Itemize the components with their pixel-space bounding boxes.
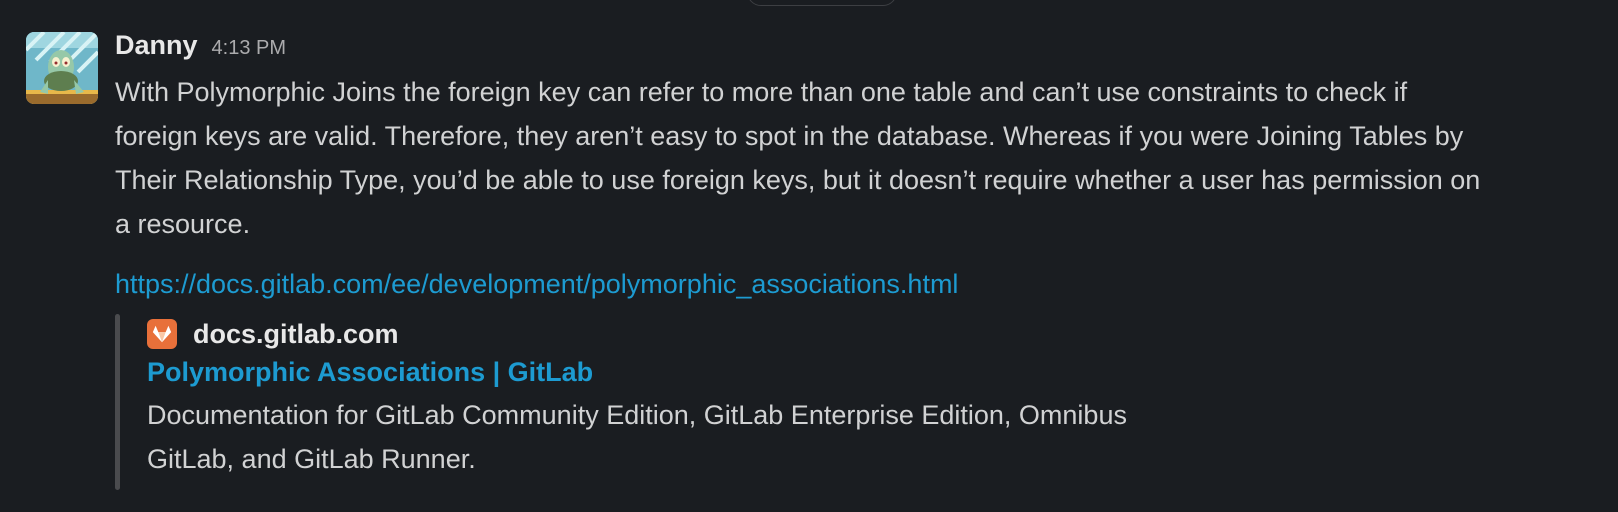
avatar[interactable] bbox=[26, 32, 98, 104]
unfurl-site: docs.gitlab.com bbox=[147, 314, 399, 354]
message-link[interactable]: https://docs.gitlab.com/ee/development/p… bbox=[115, 264, 958, 304]
message-body: With Polymorphic Joins the foreign key c… bbox=[115, 70, 1605, 246]
cartoon-avatar-icon bbox=[26, 32, 98, 104]
unfurl-quote-bar bbox=[115, 314, 120, 490]
unfurl-description: Documentation for GitLab Community Editi… bbox=[147, 394, 1247, 482]
message-body-line: a resource. bbox=[115, 209, 251, 239]
unfurl-description-line: Documentation for GitLab Community Editi… bbox=[147, 400, 1127, 430]
site-name: docs.gitlab.com bbox=[193, 318, 399, 349]
message-body-line: With Polymorphic Joins the foreign key c… bbox=[115, 77, 1408, 107]
link-unfurl: docs.gitlab.com Polymorphic Associations… bbox=[115, 314, 1265, 490]
author-name[interactable]: Danny bbox=[115, 30, 198, 61]
message-body-line: foreign keys are valid. Therefore, they … bbox=[115, 121, 1464, 151]
message-header: Danny 4:13 PM bbox=[115, 30, 286, 66]
message: Danny 4:13 PM With Polymorphic Joins the… bbox=[0, 0, 1618, 512]
message-body-line: Their Relationship Type, you’d be able t… bbox=[115, 165, 1481, 195]
unfurl-description-line: GitLab, and GitLab Runner. bbox=[147, 444, 476, 474]
gitlab-icon bbox=[147, 319, 177, 349]
unfurl-title-link[interactable]: Polymorphic Associations | GitLab bbox=[147, 352, 593, 392]
message-timestamp[interactable]: 4:13 PM bbox=[212, 37, 286, 60]
